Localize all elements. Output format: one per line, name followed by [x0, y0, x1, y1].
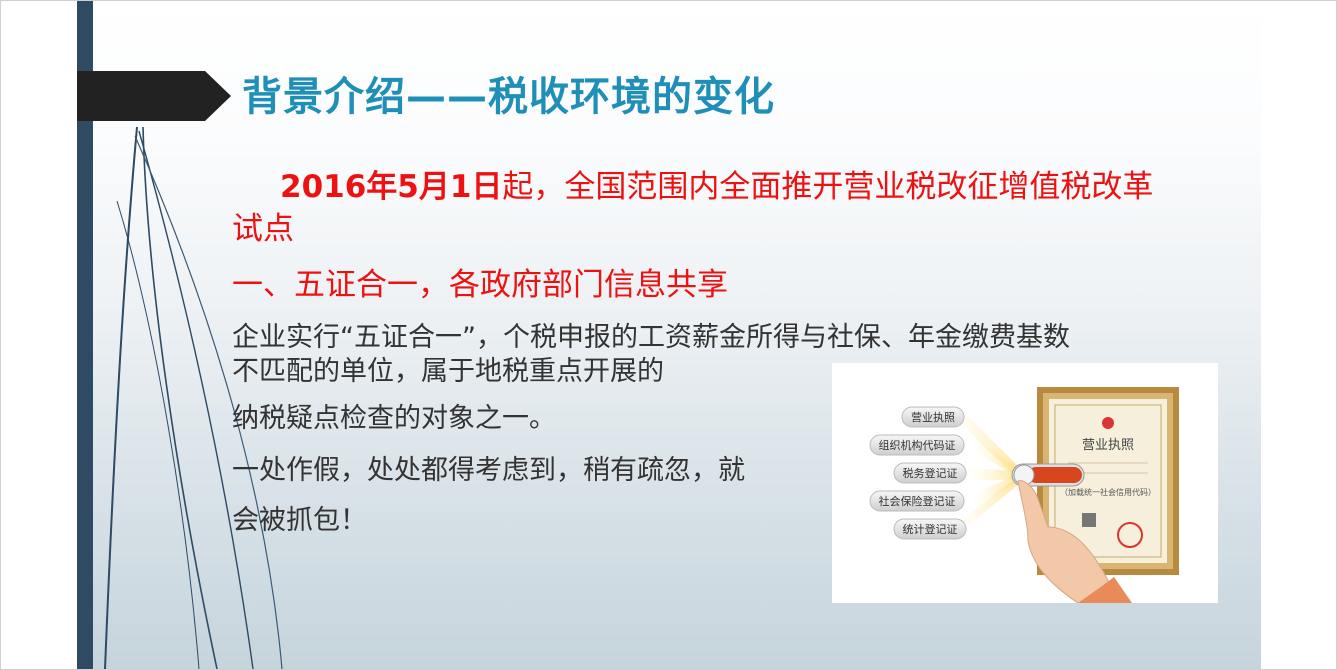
certificate-code-text: （加载统一社会信用代码） — [1060, 487, 1156, 497]
pill-label: 社会保险登记证 — [879, 494, 956, 508]
body-line: 一处作假，处处都得考虑到，稍有疏忽，就 — [232, 455, 745, 486]
body-line: 会被抓包！ — [232, 505, 367, 536]
body-line: 纳税疑点检查的对象之一。 — [232, 403, 556, 434]
pill-label: 统计登记证 — [903, 522, 958, 536]
pill-label: 税务登记证 — [903, 466, 958, 480]
red-paragraph: 2016年5月1日起，全国范围内全面推开营业税改征增值税改革试点 — [232, 166, 1172, 250]
five-certificates-illustration: 营业执照 组织机构代码证 税务登记证 社会保险登记证 统计登记证 营业执照 （加… — [832, 363, 1218, 604]
slide-title: 背景介绍——税收环境的变化 — [242, 74, 775, 120]
body-line: 不匹配的单位，属于地税重点开展的 — [232, 356, 664, 387]
pill-label: 营业执照 — [911, 410, 955, 424]
certificate-title: 营业执照 — [1082, 437, 1134, 452]
red-heading: 一、五证合一，各政府部门信息共享 — [232, 267, 728, 303]
pill-label: 组织机构代码证 — [879, 438, 956, 452]
title-arrow-icon — [77, 71, 231, 121]
red-paragraph-lead: 2016年5月1日 — [280, 169, 503, 205]
page-margin — [1261, 0, 1337, 670]
slide: 背景介绍——税收环境的变化 2016年5月1日起，全国范围内全面推开营业税改征增… — [77, 1, 1261, 669]
